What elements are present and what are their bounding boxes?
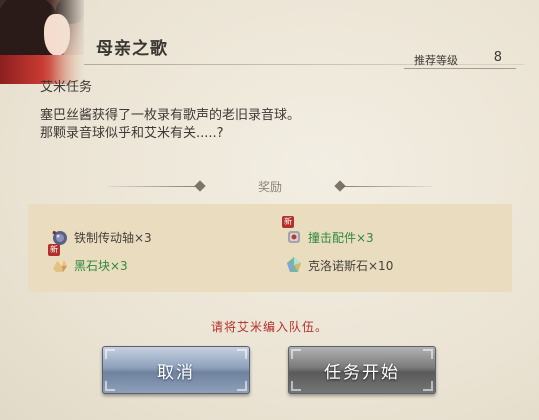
reward-item[interactable]: 新 撞击配件×3 — [282, 216, 484, 248]
button-corner — [237, 349, 247, 359]
start-quest-button[interactable]: 任务开始 — [288, 346, 436, 394]
impact-part-icon — [284, 227, 304, 247]
level-label: 推荐等级 — [414, 54, 458, 67]
start-quest-button-label: 任务开始 — [324, 362, 400, 383]
level-value: 8 — [493, 50, 502, 65]
rewards-divider: 奖励 — [100, 176, 440, 198]
button-corner — [291, 381, 301, 391]
party-requirement-hint: 请将艾米编入队伍。 — [210, 320, 328, 334]
cancel-button-label: 取消 — [157, 362, 195, 383]
rewards-panel: 铁制传动轴×3 新 撞击配件×3 新 黑石块×3 克洛诺斯石×10 — [28, 204, 512, 292]
reward-label: 黑石块×3 — [74, 259, 128, 273]
quest-dialog: 母亲之歌 推荐等级 8 艾米任务 塞巴丝酱获得了一枚录有歌声的老旧录音球。 那颗… — [0, 0, 539, 420]
button-corner — [105, 349, 115, 359]
button-corner — [423, 381, 433, 391]
recommended-level: 推荐等级 8 — [404, 50, 516, 69]
reward-item[interactable]: 新 黑石块×3 — [48, 244, 250, 276]
button-corner — [291, 349, 301, 359]
character-portrait — [0, 0, 84, 84]
quest-type: 艾米任务 — [40, 80, 93, 95]
button-corner — [423, 349, 433, 359]
quest-description-line: 那颗录音球似乎和艾米有关.....? — [40, 126, 224, 141]
ornament-line — [342, 186, 432, 187]
reward-label: 撞击配件×3 — [308, 231, 374, 245]
chronos-stone-icon — [284, 255, 304, 275]
quest-description-line: 塞巴丝酱获得了一枚录有歌声的老旧录音球。 — [40, 108, 301, 123]
reward-label: 铁制传动轴×3 — [74, 231, 152, 245]
button-corner — [105, 381, 115, 391]
reward-item[interactable]: 铁制传动轴×3 — [50, 226, 250, 248]
quest-title: 母亲之歌 — [96, 39, 168, 59]
reward-item[interactable]: 克洛诺斯石×10 — [284, 254, 484, 276]
button-corner — [237, 381, 247, 391]
reward-label: 克洛诺斯石×10 — [308, 259, 394, 273]
black-stone-icon — [50, 255, 70, 275]
cancel-button[interactable]: 取消 — [102, 346, 250, 394]
